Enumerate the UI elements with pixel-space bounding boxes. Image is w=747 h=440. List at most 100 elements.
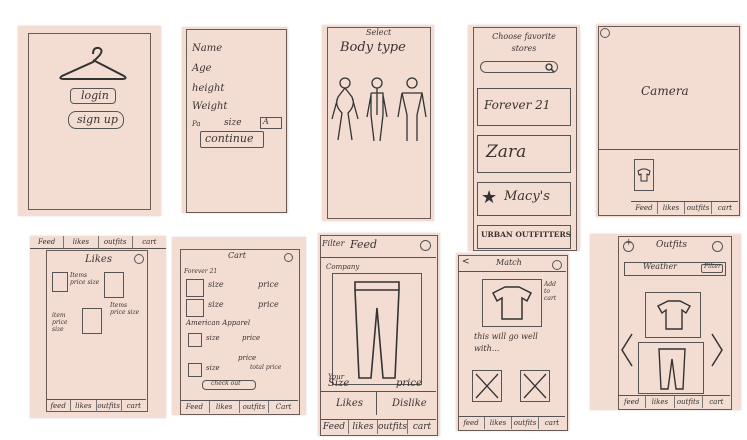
next-arrow-icon[interactable]	[710, 332, 724, 368]
shirt-icon	[637, 168, 651, 182]
dislike-button[interactable]: Dislike	[392, 398, 427, 409]
feed-title: Feed	[350, 238, 378, 251]
bottom-nav: Feed likes outfits cart	[320, 419, 436, 434]
bottom-nav: Feed likes outfits Cart	[180, 400, 298, 413]
x-icon	[523, 373, 547, 399]
store-item[interactable]: ★ Macy's	[477, 182, 571, 216]
prev-arrow-icon[interactable]	[620, 332, 634, 368]
pants-icon	[658, 348, 686, 390]
pants-icon	[354, 281, 400, 379]
nav-cart[interactable]: cart	[408, 420, 436, 434]
item-checkbox[interactable]	[188, 363, 202, 377]
nav-cart[interactable]: cart	[712, 202, 738, 214]
item-checkbox[interactable]	[188, 333, 202, 347]
search-icon[interactable]	[545, 63, 555, 73]
price-label: price	[258, 280, 279, 289]
close-icon[interactable]	[600, 28, 610, 38]
item-checkbox[interactable]	[186, 299, 204, 317]
size-label: size	[224, 118, 242, 128]
bottom-nav: Feed likes outfits cart	[631, 201, 738, 214]
top-item[interactable]	[645, 292, 701, 338]
nav-outfits[interactable]: outfits	[378, 420, 409, 434]
sketch-match: < Match Add to cart this will go well wi…	[456, 253, 569, 431]
body-shape-1-icon[interactable]	[330, 75, 360, 145]
product-image[interactable]	[482, 279, 542, 327]
name-field-label: Name	[192, 43, 223, 54]
liked-item[interactable]	[52, 272, 68, 292]
nav-feed[interactable]: feed	[458, 417, 485, 429]
height-field-label: height	[192, 83, 225, 94]
nav-cart[interactable]: cart	[703, 396, 730, 408]
reject-box[interactable]	[520, 370, 550, 402]
nav-feed[interactable]: feed	[46, 400, 72, 412]
item-text: Items price size	[110, 302, 140, 316]
nav-cart[interactable]: cart	[539, 417, 565, 429]
nav-likes[interactable]: likes	[646, 396, 675, 408]
search-input[interactable]	[480, 61, 558, 73]
back-button[interactable]: <	[462, 257, 470, 267]
close-icon[interactable]	[712, 241, 723, 252]
nav-feed[interactable]: Feed	[30, 236, 65, 248]
close-icon[interactable]	[552, 260, 562, 270]
add-symbol: +	[625, 238, 633, 248]
nav-cart[interactable]: cart	[122, 400, 146, 412]
nav-likes[interactable]: likes	[210, 401, 240, 413]
reject-box[interactable]	[472, 370, 502, 402]
item-checkbox[interactable]	[186, 279, 204, 297]
checkout-button[interactable]: check out	[202, 380, 256, 390]
filter-button[interactable]: Filter	[701, 263, 723, 273]
item-text: Items price size	[70, 272, 100, 286]
bottom-item[interactable]	[638, 342, 704, 394]
store-item[interactable]: Zara	[477, 135, 571, 173]
nav-likes[interactable]: likes	[658, 202, 685, 214]
match-title: Match	[496, 258, 522, 267]
store-name: Zara	[486, 142, 527, 162]
size-label: size	[206, 364, 220, 372]
sketch-body-type: Select Body type	[322, 25, 434, 221]
likes-title: Likes	[85, 254, 112, 265]
store-label: American Apparel	[186, 319, 251, 327]
store-item[interactable]: Forever 21	[477, 88, 571, 126]
top-nav: Feed likes outfits cart	[30, 236, 166, 249]
close-icon[interactable]	[420, 240, 431, 251]
liked-item[interactable]	[104, 272, 124, 298]
likes-button[interactable]: Likes	[336, 398, 363, 409]
nav-feed[interactable]: Feed	[180, 401, 210, 413]
price-label: price	[258, 300, 279, 309]
nav-likes[interactable]: likes	[485, 417, 512, 429]
hanger-icon	[59, 46, 127, 80]
nav-outfits[interactable]: outfits	[685, 202, 712, 214]
divider	[458, 271, 566, 272]
liked-item[interactable]	[82, 308, 102, 334]
store-item[interactable]: URBAN OUTFITTERS	[477, 225, 571, 249]
signup-button[interactable]: sign up	[68, 111, 124, 129]
body-shape-3-icon[interactable]	[397, 75, 427, 145]
nav-feed[interactable]: feed	[618, 396, 647, 408]
close-icon[interactable]	[134, 254, 144, 264]
nav-likes[interactable]: likes	[64, 236, 99, 248]
product-image[interactable]	[332, 273, 422, 385]
nav-outfits[interactable]: outfits	[97, 400, 122, 412]
nav-outfits[interactable]: outfits	[240, 401, 270, 413]
nav-cart[interactable]: Cart	[269, 401, 298, 413]
nav-feed[interactable]: Feed	[631, 202, 658, 214]
continue-label: continue	[205, 132, 254, 145]
size-selector[interactable]: A	[260, 117, 282, 129]
continue-button[interactable]: continue	[200, 131, 264, 148]
add-to-cart[interactable]: Add to cart	[544, 281, 562, 302]
nav-outfits[interactable]: outfits	[512, 417, 539, 429]
nav-likes[interactable]: likes	[349, 420, 378, 434]
nav-cart[interactable]: cart	[133, 236, 166, 248]
nav-outfits[interactable]: outfits	[675, 396, 703, 408]
weather-label: Weather	[643, 262, 677, 271]
body-shape-2-icon[interactable]	[364, 75, 390, 145]
add-icon[interactable]: +	[623, 238, 634, 252]
store-name: Forever 21	[484, 98, 551, 112]
nav-likes[interactable]: likes	[71, 400, 97, 412]
login-button[interactable]: login	[70, 88, 116, 104]
login-label: login	[81, 89, 109, 102]
gallery-thumb[interactable]	[634, 159, 654, 191]
close-icon[interactable]	[284, 253, 293, 262]
nav-outfits[interactable]: outfits	[99, 236, 133, 248]
nav-feed[interactable]: Feed	[320, 420, 349, 434]
